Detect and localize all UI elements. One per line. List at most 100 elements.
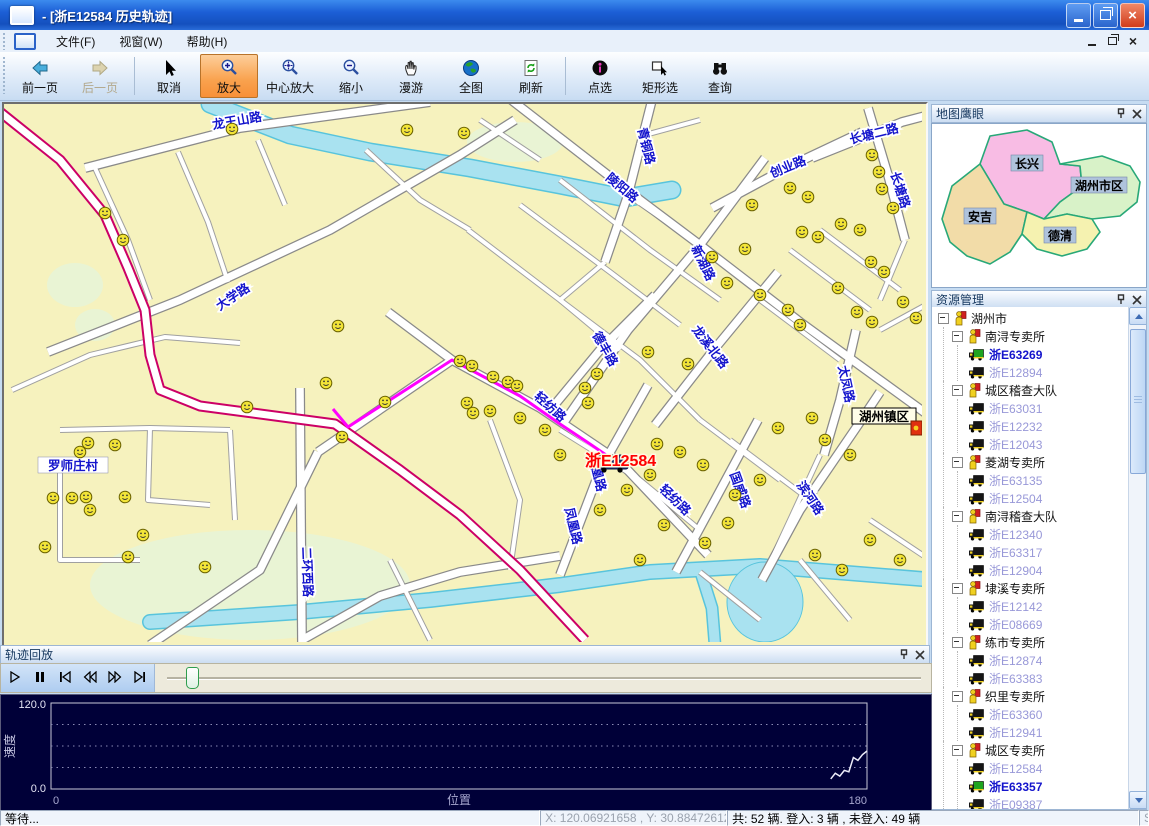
vehicle-marker-smiley[interactable] xyxy=(887,202,899,214)
vehicle-marker-smiley[interactable] xyxy=(579,382,591,394)
vehicle-marker-smiley[interactable] xyxy=(199,561,211,573)
vehicle-marker-smiley[interactable] xyxy=(39,541,51,553)
vehicle-marker-smiley[interactable] xyxy=(809,549,821,561)
tree-group[interactable]: 埭溪专卖所 xyxy=(944,579,1129,597)
vehicle-marker-smiley[interactable] xyxy=(674,446,686,458)
toolbar-button-pan-hand[interactable]: 漫游 xyxy=(382,54,440,98)
menu-item[interactable]: 文件(F) xyxy=(44,30,107,53)
tree-vehicle[interactable]: 浙E63031 xyxy=(958,399,1129,417)
menu-item[interactable]: 视窗(W) xyxy=(107,30,174,53)
vehicle-marker-smiley[interactable] xyxy=(784,182,796,194)
vehicle-marker-smiley[interactable] xyxy=(226,123,238,135)
child-close-button[interactable]: × xyxy=(1129,36,1137,46)
scroll-thumb[interactable] xyxy=(1130,329,1146,474)
slider-thumb[interactable] xyxy=(186,667,199,689)
vehicle-marker-smiley[interactable] xyxy=(332,320,344,332)
tree-vehicle[interactable]: 浙E12904 xyxy=(958,561,1129,579)
vehicle-marker-smiley[interactable] xyxy=(47,492,59,504)
vehicle-marker-smiley[interactable] xyxy=(466,360,478,372)
collapse-icon[interactable] xyxy=(952,331,963,342)
vehicle-marker-smiley[interactable] xyxy=(866,316,878,328)
vehicle-marker-smiley[interactable] xyxy=(835,218,847,230)
vehicle-marker-smiley[interactable] xyxy=(782,304,794,316)
toolbar-button-zoom-out[interactable]: 缩小 xyxy=(322,54,380,98)
toolbar-button-zoom-center[interactable]: 中心放大 xyxy=(260,54,320,98)
vehicle-marker-smiley[interactable] xyxy=(832,282,844,294)
tree-group[interactable]: 城区稽查大队 xyxy=(944,381,1129,399)
vehicle-marker-smiley[interactable] xyxy=(754,289,766,301)
vehicle-marker-smiley[interactable] xyxy=(844,449,856,461)
vehicle-marker-smiley[interactable] xyxy=(591,368,603,380)
vehicle-marker-smiley[interactable] xyxy=(84,504,96,516)
vehicle-marker-smiley[interactable] xyxy=(697,459,709,471)
tree-vehicle[interactable]: 浙E12142 xyxy=(958,597,1129,615)
collapse-icon[interactable] xyxy=(938,313,949,324)
tree-vehicle[interactable]: 浙E12584 xyxy=(958,759,1129,777)
vehicle-marker-smiley[interactable] xyxy=(851,306,863,318)
tree-vehicle[interactable]: 浙E63269 xyxy=(958,345,1129,363)
pause-button[interactable] xyxy=(28,667,51,689)
vehicle-marker-smiley[interactable] xyxy=(137,529,149,541)
vehicle-marker-smiley[interactable] xyxy=(754,474,766,486)
vehicle-marker-smiley[interactable] xyxy=(621,484,633,496)
vehicle-marker-smiley[interactable] xyxy=(854,224,866,236)
tree-vehicle[interactable]: 浙E12043 xyxy=(958,435,1129,453)
vehicle-marker-smiley[interactable] xyxy=(722,517,734,529)
vehicle-marker-smiley[interactable] xyxy=(836,564,848,576)
vehicle-marker-smiley[interactable] xyxy=(876,183,888,195)
vehicle-marker-smiley[interactable] xyxy=(682,358,694,370)
vehicle-marker-smiley[interactable] xyxy=(80,491,92,503)
collapse-icon[interactable] xyxy=(952,511,963,522)
tree-vehicle[interactable]: 浙E12941 xyxy=(958,723,1129,741)
collapse-icon[interactable] xyxy=(952,745,963,756)
tree-vehicle[interactable]: 浙E12504 xyxy=(958,489,1129,507)
restore-button[interactable] xyxy=(1093,3,1118,28)
collapse-icon[interactable] xyxy=(952,637,963,648)
rewind-button[interactable] xyxy=(78,667,101,689)
vehicle-marker-smiley[interactable] xyxy=(539,424,551,436)
toolbar-button-refresh[interactable]: 刷新 xyxy=(502,54,560,98)
playback-slider[interactable] xyxy=(155,664,931,692)
map-canvas[interactable]: 龙王山路 青铜路 陵阳路 创业路 长塘二路 长塘路 新湖路 大学路 德丰路 龙溪… xyxy=(2,102,928,648)
vehicle-marker-smiley[interactable] xyxy=(729,489,741,501)
vehicle-marker-smiley[interactable] xyxy=(699,537,711,549)
vehicle-marker-smiley[interactable] xyxy=(819,434,831,446)
tree-vehicle[interactable]: 浙E09387 xyxy=(958,795,1129,809)
vehicle-marker-smiley[interactable] xyxy=(454,355,466,367)
vehicle-marker-smiley[interactable] xyxy=(82,437,94,449)
vehicle-marker-smiley[interactable] xyxy=(122,551,134,563)
tree-vehicle[interactable]: 浙E12874 xyxy=(958,651,1129,669)
vehicle-marker-smiley[interactable] xyxy=(66,492,78,504)
vehicle-marker-smiley[interactable] xyxy=(379,396,391,408)
vehicle-marker-smiley[interactable] xyxy=(117,234,129,246)
pin-icon[interactable] xyxy=(1116,108,1126,119)
vehicle-marker-smiley[interactable] xyxy=(721,277,733,289)
tree-vehicle[interactable]: 浙E63360 xyxy=(958,705,1129,723)
vehicle-marker-smiley[interactable] xyxy=(894,554,906,566)
vehicle-marker-smiley[interactable] xyxy=(658,519,670,531)
vehicle-marker-smiley[interactable] xyxy=(796,226,808,238)
tree-vehicle[interactable]: 浙E12232 xyxy=(958,417,1129,435)
vehicle-marker-smiley[interactable] xyxy=(119,491,131,503)
vehicle-marker-smiley[interactable] xyxy=(487,371,499,383)
toolbar-button-globe[interactable]: 全图 xyxy=(442,54,500,98)
tree-group[interactable]: 城区专卖所 xyxy=(944,741,1129,759)
vehicle-marker-smiley[interactable] xyxy=(241,401,253,413)
scroll-up-button[interactable] xyxy=(1129,307,1147,325)
vehicle-marker-smiley[interactable] xyxy=(802,191,814,203)
tree-vehicle[interactable]: 浙E63135 xyxy=(958,471,1129,489)
vehicle-marker-smiley[interactable] xyxy=(554,449,566,461)
vehicle-marker-smiley[interactable] xyxy=(511,380,523,392)
tree-group[interactable]: 菱湖专卖所 xyxy=(944,453,1129,471)
toolbar-grip[interactable] xyxy=(2,56,7,94)
vehicle-marker-smiley[interactable] xyxy=(706,251,718,263)
vehicle-marker-smiley[interactable] xyxy=(99,207,111,219)
vehicle-marker-smiley[interactable] xyxy=(320,377,332,389)
tree-root-huzhou[interactable]: 湖州市 xyxy=(932,309,1129,327)
child-minimize-button[interactable] xyxy=(1088,44,1096,46)
tree-group[interactable]: 南浔稽查大队 xyxy=(944,507,1129,525)
vehicle-marker-smiley[interactable] xyxy=(484,405,496,417)
vehicle-marker-smiley[interactable] xyxy=(594,504,606,516)
vehicle-marker-smiley[interactable] xyxy=(739,243,751,255)
tree-vehicle[interactable]: 浙E63357 xyxy=(958,777,1129,795)
